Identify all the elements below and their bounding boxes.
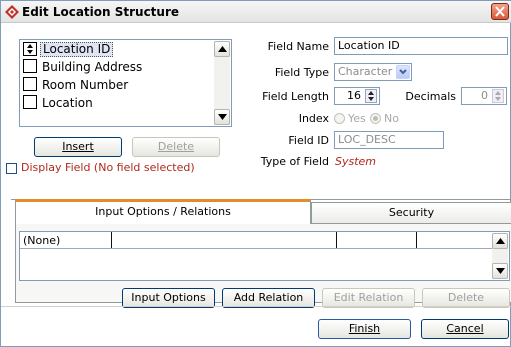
list-item[interactable]: Room Number	[22, 76, 212, 93]
field-name-input[interactable]: Location ID	[334, 37, 508, 55]
display-field-label: Display Field (No field selected)	[21, 161, 195, 174]
type-of-field-value: System	[335, 155, 377, 168]
window-title: Edit Location Structure	[22, 5, 180, 19]
row-handle-box[interactable]	[23, 95, 37, 109]
list-scrollbar[interactable]	[214, 41, 230, 125]
scroll-up-button[interactable]	[214, 41, 230, 57]
index-yes-label: Yes	[348, 112, 366, 125]
scroll-down-button[interactable]	[214, 109, 230, 125]
field-type-select[interactable]: Character	[334, 63, 412, 81]
input-options-button[interactable]: Input Options	[122, 288, 215, 308]
decimals-spinner-icon[interactable]	[492, 89, 504, 103]
chevron-up-icon	[496, 238, 505, 244]
close-icon	[495, 6, 505, 17]
chevron-down-icon	[218, 114, 227, 120]
add-relation-button[interactable]: Add Relation	[222, 288, 315, 308]
index-no-label: No	[384, 112, 399, 125]
tab-input-options-relations[interactable]: Input Options / Relations	[15, 199, 311, 224]
footer-divider	[1, 306, 511, 307]
field-list[interactable]: Location ID Building Address Room Number…	[19, 39, 232, 127]
cancel-button-label: Cancel	[446, 322, 484, 335]
grid-column-divider	[416, 232, 417, 248]
table-row[interactable]	[20, 232, 492, 248]
grid-column-divider	[111, 232, 112, 248]
app-diamond-icon	[5, 5, 19, 19]
grid-cell-none: (None)	[23, 234, 61, 247]
edit-location-structure-dialog: Edit Location Structure Location ID Buil…	[0, 0, 511, 347]
dropdown-arrow-icon[interactable]	[396, 65, 410, 79]
display-field-checkbox[interactable]	[6, 163, 17, 174]
list-item[interactable]: Location	[22, 94, 212, 111]
index-yes-radio[interactable]	[334, 113, 345, 124]
field-id-label: Field ID	[288, 134, 329, 147]
finish-button-label: Finish	[348, 322, 381, 335]
tab-security[interactable]: Security	[311, 202, 511, 224]
chevron-up-icon	[218, 46, 227, 52]
list-item-label: Room Number	[42, 78, 129, 92]
decimals-label: Decimals	[405, 90, 456, 103]
row-sort-icon[interactable]	[23, 42, 37, 56]
delete-field-button[interactable]: Delete	[132, 137, 220, 157]
type-of-field-label: Type of Field	[260, 155, 329, 168]
list-item[interactable]: Building Address	[22, 58, 212, 75]
relations-grid[interactable]: (None)	[19, 231, 510, 281]
field-length-spinner-icon[interactable]	[365, 89, 377, 103]
insert-button[interactable]: Insert	[34, 137, 122, 157]
field-name-label: Field Name	[267, 40, 329, 53]
finish-button[interactable]: Finish	[318, 319, 411, 339]
title-bar[interactable]: Edit Location Structure	[1, 1, 511, 23]
delete-field-button-label: Delete	[157, 140, 195, 153]
edit-relation-button[interactable]: Edit Relation	[322, 288, 415, 308]
list-item-label: Location ID	[40, 42, 114, 57]
list-item[interactable]: Location ID	[22, 41, 212, 58]
list-item-label: Building Address	[42, 60, 143, 74]
index-label: Index	[298, 112, 329, 125]
field-type-value: Character	[338, 65, 393, 78]
grid-column-divider	[336, 232, 337, 248]
insert-button-label: Insert	[62, 140, 94, 153]
grid-scroll-down-button[interactable]	[492, 263, 508, 279]
grid-scroll-up-button[interactable]	[492, 233, 508, 249]
close-button[interactable]	[491, 3, 509, 20]
row-handle-box[interactable]	[23, 59, 37, 73]
row-handle-box[interactable]	[23, 77, 37, 91]
index-no-radio[interactable]	[370, 113, 381, 124]
list-item-label: Location	[42, 96, 93, 110]
field-length-label: Field Length	[262, 90, 329, 103]
delete-relation-button[interactable]: Delete	[422, 288, 510, 308]
chevron-down-icon	[496, 268, 505, 274]
field-type-label: Field Type	[274, 66, 329, 79]
grid-scrollbar[interactable]	[492, 233, 508, 279]
field-id-input[interactable]: LOC_DESC	[334, 131, 444, 149]
cancel-button[interactable]: Cancel	[421, 319, 509, 339]
